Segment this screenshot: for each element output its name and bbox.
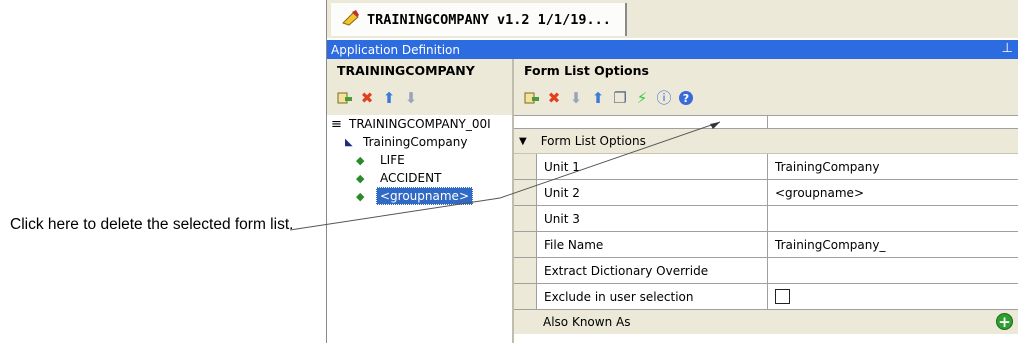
delete-icon[interactable]: ✖ (359, 90, 375, 106)
property-value[interactable]: <groupname> (768, 180, 1018, 205)
property-row[interactable]: Unit 2 <groupname> (514, 180, 1018, 206)
form-list-icon: ◆ (356, 189, 365, 203)
property-row[interactable]: Extract Dictionary Override (514, 258, 1018, 284)
svg-text:?: ? (683, 92, 689, 105)
add-circle-icon[interactable]: + (996, 313, 1013, 331)
property-name: Unit 2 (536, 180, 768, 205)
tree-root[interactable]: ≡ TRAININGCOMPANY_00I (331, 115, 491, 133)
move-down-icon[interactable]: ⬇ (568, 90, 584, 106)
tree-company[interactable]: ◣ TrainingCompany (345, 133, 467, 151)
panel-title-bar: Application Definition ⊥ (327, 40, 1018, 59)
property-row[interactable]: File Name TrainingCompany_ (514, 232, 1018, 258)
tree-pane-header: TRAININGCOMPANY (327, 59, 512, 81)
info-icon[interactable]: ⓘ (656, 90, 672, 106)
tree-item-label: LIFE (380, 153, 405, 167)
tree-pane: TRAININGCOMPANY ✖ ⬆ ⬇ ≡ TRAININGCOMPANY_… (327, 59, 512, 343)
property-row[interactable]: Unit 3 (514, 206, 1018, 232)
help-icon[interactable]: ? (678, 90, 694, 106)
property-name: Unit 1 (536, 154, 768, 179)
property-category-label: Form List Options (540, 134, 646, 148)
tree-item-groupname[interactable]: ◆ <groupname> (356, 187, 473, 205)
property-row[interactable]: Unit 1 TrainingCompany (514, 154, 1018, 180)
move-down-icon[interactable]: ⬇ (403, 90, 419, 106)
collapse-icon[interactable]: ▼ (519, 136, 527, 147)
property-category[interactable]: ▼ Form List Options (514, 129, 1018, 154)
tree-root-label: TRAININGCOMPANY_00I (349, 117, 491, 131)
property-name: File Name (536, 232, 768, 257)
also-known-as-label: Also Known As (543, 315, 631, 329)
properties-pane-header: Form List Options (514, 59, 1018, 81)
document-tab-bar: TRAININGCOMPANY v1.2 1/1/19... (327, 0, 1018, 38)
add-icon[interactable] (524, 90, 540, 106)
property-value[interactable]: TrainingCompany (768, 154, 1018, 179)
document-tab[interactable]: TRAININGCOMPANY v1.2 1/1/19... (331, 3, 627, 36)
property-value[interactable] (768, 206, 1018, 231)
property-value-checkbox (768, 284, 1018, 309)
document-tab-label: TRAININGCOMPANY v1.2 1/1/19... (367, 11, 611, 28)
form-list-icon: ◆ (356, 153, 365, 167)
property-value[interactable] (768, 258, 1018, 283)
property-name: Exclude in user selection (536, 284, 768, 309)
panel-title: Application Definition (331, 42, 460, 57)
property-name: Unit 3 (536, 206, 768, 231)
tree-item-accident[interactable]: ◆ ACCIDENT (356, 169, 441, 187)
property-name: Extract Dictionary Override (536, 258, 768, 283)
move-up-icon[interactable]: ⬆ (381, 90, 397, 106)
application-definition-window: TRAININGCOMPANY v1.2 1/1/19... Applicati… (326, 0, 1018, 343)
tree-item-label: ACCIDENT (380, 171, 442, 185)
company-icon: ◣ (345, 136, 353, 148)
callout-text: Click here to delete the selected form l… (10, 216, 294, 233)
pin-icon[interactable]: ⊥ (1002, 41, 1013, 56)
exclude-checkbox[interactable] (775, 289, 790, 304)
tree-toolbar: ✖ ⬆ ⬇ (327, 81, 512, 115)
properties-pane: Form List Options ✖ ⬇ ⬆ ❐ ⚡ ⓘ ? ▼ Form L… (514, 59, 1018, 343)
form-list-icon: ◆ (356, 171, 365, 185)
delete-icon[interactable]: ✖ (546, 90, 562, 106)
properties-toolbar: ✖ ⬇ ⬆ ❐ ⚡ ⓘ ? (514, 81, 1018, 115)
tree-company-label: TrainingCompany (363, 135, 468, 149)
lightning-icon[interactable]: ⚡ (634, 90, 650, 106)
tree-item-label-selected: <groupname> (376, 187, 473, 205)
property-row[interactable]: Exclude in user selection (514, 284, 1018, 310)
grid-header-row (514, 115, 1018, 129)
tree-item-life[interactable]: ◆ LIFE (356, 151, 405, 169)
property-value[interactable]: TrainingCompany_ (768, 232, 1018, 257)
property-grid: ▼ Form List Options Unit 1 TrainingCompa… (514, 115, 1018, 334)
add-icon[interactable] (337, 90, 353, 106)
library-icon: ≡ (331, 116, 342, 132)
document-icon (341, 9, 361, 30)
move-up-icon[interactable]: ⬆ (590, 90, 606, 106)
copy-icon[interactable]: ❐ (612, 90, 628, 106)
also-known-as-row[interactable]: Also Known As + (514, 310, 1018, 334)
